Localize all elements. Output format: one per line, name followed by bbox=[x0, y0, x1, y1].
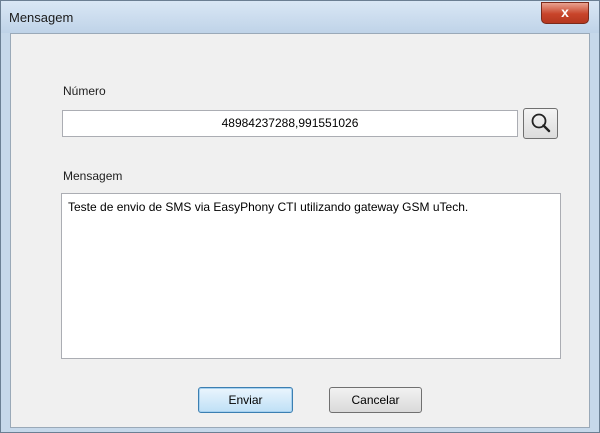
search-button[interactable] bbox=[523, 108, 558, 139]
numero-input[interactable]: 48984237288,991551026 bbox=[62, 110, 518, 137]
cancel-button[interactable]: Cancelar bbox=[329, 387, 422, 413]
dialog-window: Mensagem x Número 48984237288,991551026 … bbox=[0, 0, 600, 433]
close-button[interactable]: x bbox=[541, 2, 589, 24]
title-bar[interactable]: Mensagem x bbox=[1, 1, 599, 33]
mensagem-label: Mensagem bbox=[63, 169, 123, 183]
mensagem-textarea[interactable]: Teste de envio de SMS via EasyPhony CTI … bbox=[61, 193, 561, 359]
window-title: Mensagem bbox=[9, 10, 74, 25]
dialog-body: Número 48984237288,991551026 Mensagem Te… bbox=[10, 33, 590, 428]
search-icon bbox=[531, 113, 551, 133]
close-icon: x bbox=[561, 4, 569, 20]
send-button[interactable]: Enviar bbox=[198, 387, 293, 413]
numero-label: Número bbox=[63, 84, 106, 98]
